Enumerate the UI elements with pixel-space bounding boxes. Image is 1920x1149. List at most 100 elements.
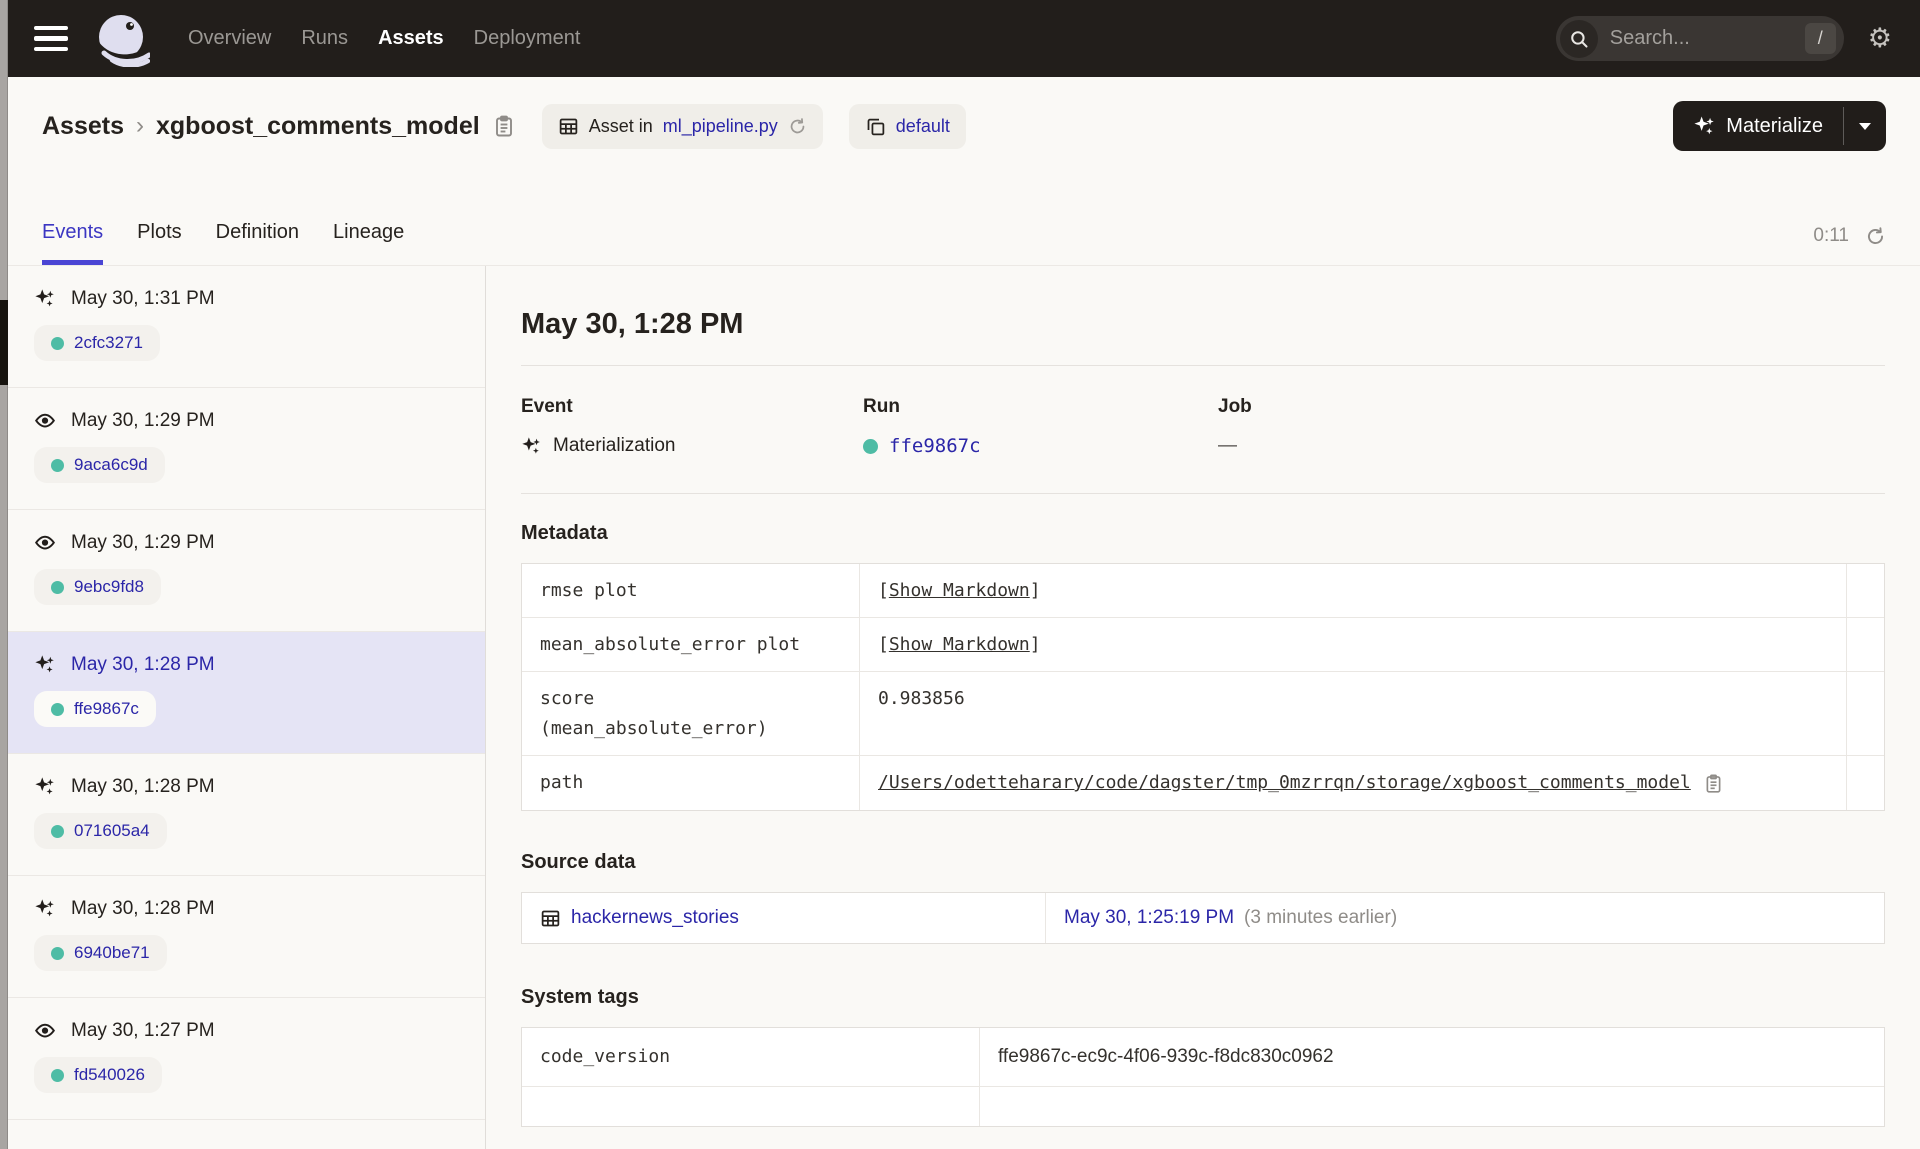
event-list-item[interactable]: May 30, 1:27 PM fd540026 — [0, 998, 485, 1120]
search-input[interactable]: Search... / — [1555, 16, 1844, 61]
event-summary-columns: Event Materialization Run ffe9867c Job — — [521, 396, 1885, 457]
event-label: Event — [521, 396, 573, 417]
repository-badge[interactable]: default — [848, 103, 966, 149]
system-tag-key: code_version — [540, 1046, 671, 1067]
run-id-link: ffe9867c — [74, 699, 139, 718]
observation-eye-icon — [34, 1020, 56, 1042]
run-status-dot — [51, 702, 64, 716]
search-placeholder: Search... — [1609, 27, 1690, 49]
show-markdown-link[interactable]: Show Markdown — [889, 634, 1030, 655]
source-asset-link[interactable]: hackernews_stories — [571, 907, 739, 929]
run-id-link: 9aca6c9d — [74, 455, 148, 474]
chevron-down-icon — [1859, 122, 1871, 130]
dagster-asset-page: Overview Runs Assets Deployment Search..… — [0, 0, 1920, 1149]
event-type-value: Materialization — [553, 435, 676, 456]
top-nav-bar: Overview Runs Assets Deployment Search..… — [0, 0, 1920, 77]
nav-runs[interactable]: Runs — [301, 27, 348, 50]
divider — [521, 365, 1885, 366]
run-id-link: 6940be71 — [74, 943, 150, 962]
materialization-sparkle-icon — [34, 898, 56, 920]
table-row: score (mean_absolute_error) 0.983856 — [522, 671, 1884, 755]
run-id-badge[interactable]: 9ebc9fd8 — [34, 569, 161, 605]
run-id-badge[interactable]: ffe9867c — [34, 691, 156, 727]
run-id-badge[interactable]: 9aca6c9d — [34, 447, 165, 483]
refresh-icon[interactable] — [1865, 226, 1886, 247]
table-row: mean_absolute_error plot [Show Markdown] — [522, 617, 1884, 671]
path-link[interactable]: /Users/odetteharary/code/dagster/tmp_0mz… — [878, 772, 1691, 793]
hamburger-menu-icon[interactable] — [34, 25, 68, 52]
run-id-link[interactable]: ffe9867c — [889, 435, 981, 457]
nav-assets[interactable]: Assets — [378, 27, 444, 50]
nav-overview[interactable]: Overview — [188, 27, 271, 50]
metadata-key: score (mean_absolute_error) — [540, 688, 768, 739]
source-data-heading: Source data — [521, 851, 636, 873]
tab-definition[interactable]: Definition — [216, 221, 299, 265]
run-id-badge[interactable]: 071605a4 — [34, 813, 167, 849]
event-list-item[interactable]: May 30, 1:29 PM 9ebc9fd8 — [0, 510, 485, 632]
run-id-badge[interactable]: 6940be71 — [34, 935, 167, 971]
run-status-dot — [51, 946, 64, 960]
gear-icon[interactable]: ⚙ — [1868, 25, 1892, 52]
asset-tabs: Events Plots Definition Lineage — [42, 221, 404, 265]
repository-link[interactable]: default — [896, 116, 950, 137]
content-split: May 30, 1:31 PM 2cfc3271 May 30, 1:29 PM… — [0, 266, 1920, 1149]
event-list-item[interactable]: May 30, 1:28 PM 071605a4 — [0, 754, 485, 876]
table-gutter-cell — [1846, 618, 1884, 671]
table-row: hackernews_stories May 30, 1:25:19 PM (3… — [522, 893, 1884, 943]
event-list-item[interactable]: May 30, 1:31 PM 2cfc3271 — [0, 266, 485, 388]
metadata-heading: Metadata — [521, 522, 608, 544]
table-gutter-cell — [1846, 756, 1884, 810]
primary-nav: Overview Runs Assets Deployment — [188, 27, 580, 50]
tab-events[interactable]: Events — [42, 221, 104, 265]
breadcrumb: Assets › xgboost_comments_model — [42, 112, 516, 141]
observation-eye-icon — [34, 410, 56, 432]
page-title: xgboost_comments_model — [156, 111, 480, 140]
tab-lineage[interactable]: Lineage — [333, 221, 404, 265]
run-id-badge[interactable]: fd540026 — [34, 1057, 162, 1093]
search-icon — [1559, 19, 1598, 58]
materialization-sparkle-icon — [34, 654, 56, 676]
tab-plots[interactable]: Plots — [137, 221, 181, 265]
run-status-dot — [863, 438, 878, 454]
sparkle-icon — [1693, 115, 1716, 138]
event-timestamp: May 30, 1:28 PM — [71, 898, 215, 919]
nav-deployment[interactable]: Deployment — [474, 27, 581, 50]
breadcrumb-assets-link[interactable]: Assets — [42, 112, 124, 141]
show-markdown-link[interactable]: Show Markdown — [889, 580, 1030, 601]
materialize-dropdown-button[interactable] — [1844, 101, 1886, 151]
event-list-item[interactable]: May 30, 1:29 PM 9aca6c9d — [0, 388, 485, 510]
table-gutter-cell — [1846, 672, 1884, 755]
copy-path-icon[interactable] — [1703, 773, 1724, 794]
metadata-key: rmse plot — [540, 580, 638, 601]
pipeline-file-link[interactable]: ml_pipeline.py — [663, 116, 778, 137]
table-row: path /Users/odetteharary/code/dagster/tm… — [522, 755, 1884, 810]
run-id-badge[interactable]: 2cfc3271 — [34, 325, 160, 361]
event-list-item[interactable]: May 30, 1:28 PM 6940be71 — [0, 876, 485, 998]
event-timestamp: May 30, 1:29 PM — [71, 532, 215, 553]
breadcrumb-separator: › — [136, 112, 144, 139]
materialization-sparkle-icon — [34, 288, 56, 310]
reload-code-location-icon[interactable] — [788, 117, 807, 136]
event-timestamp: May 30, 1:28 PM — [71, 654, 215, 675]
source-time-link[interactable]: May 30, 1:25:19 PM — [1064, 907, 1234, 929]
scrollbar-thumb[interactable] — [0, 300, 8, 385]
event-detail-panel: May 30, 1:28 PM Event Materialization Ru… — [486, 266, 1920, 1149]
system-tags-table: code_version ffe9867c-ec9c-4f06-939c-f8d… — [521, 1027, 1885, 1127]
copy-asset-name-icon[interactable] — [492, 114, 516, 138]
event-list-item-selected[interactable]: May 30, 1:28 PM ffe9867c — [0, 632, 485, 754]
asset-location-badge[interactable]: Asset in ml_pipeline.py — [541, 103, 823, 149]
source-data-table: hackernews_stories May 30, 1:25:19 PM (3… — [521, 892, 1885, 944]
observation-eye-icon — [34, 532, 56, 554]
table-row: rmse plot [Show Markdown] — [522, 564, 1884, 617]
asset-grid-icon — [540, 908, 561, 929]
table-row-clipped — [522, 1086, 1884, 1126]
materialize-button[interactable]: Materialize — [1673, 101, 1843, 151]
run-id-link: 071605a4 — [74, 821, 150, 840]
window-edge-scrollbar[interactable] — [0, 0, 8, 1149]
events-sidebar: May 30, 1:31 PM 2cfc3271 May 30, 1:29 PM… — [0, 266, 486, 1149]
asset-tabs-row: Events Plots Definition Lineage 0:11 — [0, 175, 1920, 266]
run-id-link: 9ebc9fd8 — [74, 577, 144, 596]
asset-header-row: Assets › xgboost_comments_model Asset in… — [0, 77, 1920, 175]
dagster-logo[interactable] — [94, 11, 150, 67]
source-asset-cell: hackernews_stories — [522, 893, 1045, 943]
